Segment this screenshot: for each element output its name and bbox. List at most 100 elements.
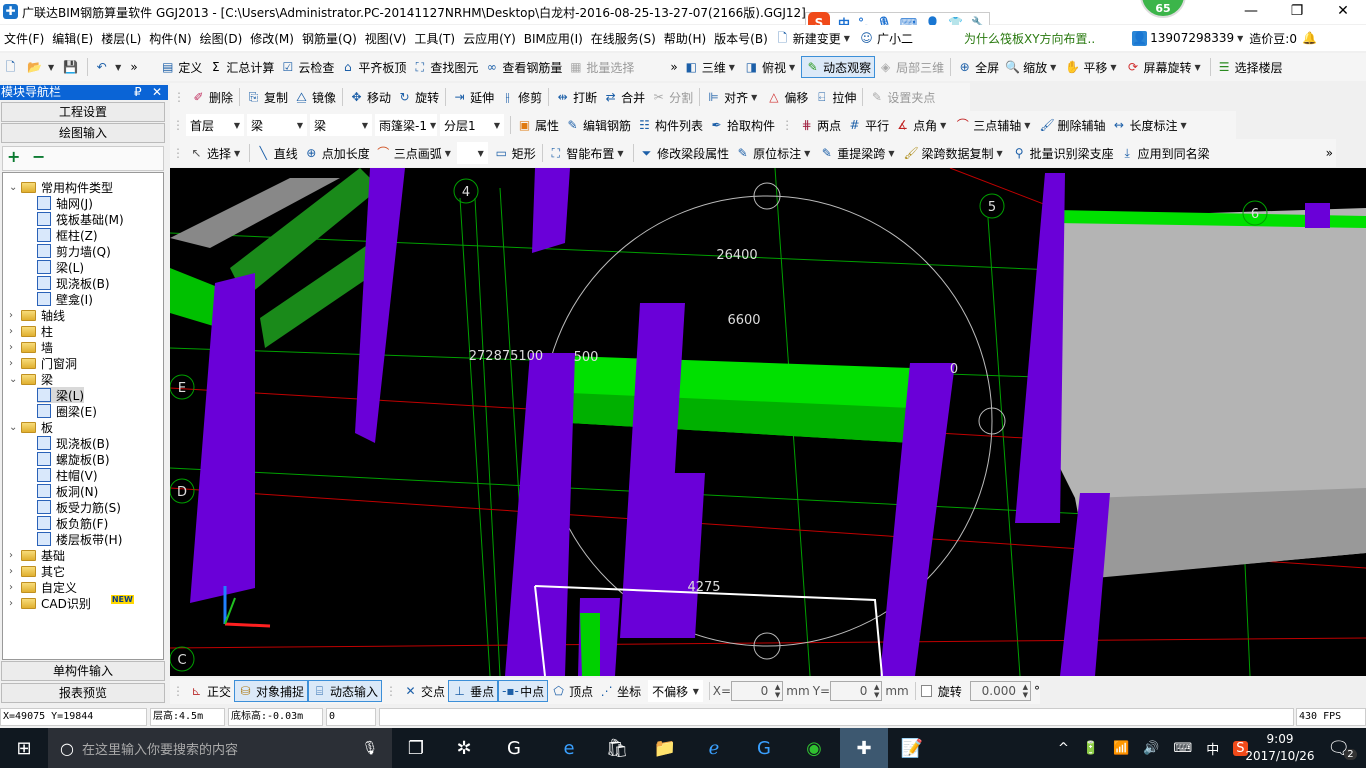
view-rebar-button[interactable]: ∞ 查看钢筋量: [481, 56, 565, 78]
y-offset-input[interactable]: 0 ▲ ▼: [830, 681, 883, 701]
trim-button[interactable]: ⫲ 修剪: [497, 86, 545, 108]
three-point-axis-button[interactable]: ⌒ 三点辅轴 ▼: [952, 114, 1036, 136]
menu-online[interactable]: 在线服务(S): [587, 30, 660, 47]
menu-modify[interactable]: 修改(M): [246, 30, 298, 47]
stretch-button[interactable]: ⍇ 拉伸: [811, 86, 859, 108]
offset-mode-select[interactable]: 不偏移 ▼: [648, 680, 703, 702]
wifi-icon[interactable]: 📶: [1113, 741, 1129, 756]
action-center-button[interactable]: 🗨 2: [1318, 728, 1366, 768]
pick-button[interactable]: ✒ 拾取构件: [706, 114, 778, 136]
chevron-right-icon[interactable]: ›: [9, 326, 21, 337]
select-button[interactable]: ↖ 选择 ▼: [186, 142, 246, 164]
menu-draw[interactable]: 绘图(D): [196, 30, 247, 47]
align-button[interactable]: ⊫ 对齐 ▼: [703, 86, 763, 108]
smart-layout-button[interactable]: ⛶ 智能布置 ▼: [545, 142, 629, 164]
menu-bim[interactable]: BIM应用(I): [520, 30, 587, 47]
account-button[interactable]: 👤 13907298339 ▼: [1129, 27, 1249, 49]
minimize-button[interactable]: —: [1228, 0, 1274, 24]
guangxiaoer-button[interactable]: ☺ 广小二: [856, 27, 916, 49]
delete-axis-button[interactable]: 🖌 删除辅轴: [1036, 114, 1108, 136]
chevron-down-icon[interactable]: ⌄: [9, 422, 21, 433]
line-button[interactable]: ╲ 直线: [253, 142, 301, 164]
parallel-button[interactable]: # 平行: [844, 114, 892, 136]
intersect-snap-button[interactable]: ✕ 交点: [400, 680, 448, 702]
align-top-button[interactable]: ⌂ 平齐板顶: [337, 56, 409, 78]
ortho-button[interactable]: ⊾ 正交: [186, 680, 234, 702]
type-select[interactable]: 梁 ▼: [247, 114, 307, 136]
tree-item[interactable]: 圈梁(E): [37, 403, 97, 419]
dynamic-input-button[interactable]: ⌸ 动态输入: [308, 680, 383, 702]
perp-snap-button[interactable]: ⊥ 垂点: [448, 680, 499, 702]
task-view-button[interactable]: ❐: [392, 728, 440, 768]
pan-button[interactable]: ✋ 平移 ▼: [1062, 56, 1122, 78]
keyboard-icon[interactable]: ⌨: [1173, 741, 1192, 756]
chevron-up-icon[interactable]: ^: [1058, 741, 1069, 756]
store-icon[interactable]: 🛍: [593, 728, 641, 768]
select-floor-button[interactable]: ☰ 选择楼层: [1214, 56, 1286, 78]
close-button[interactable]: ✕: [1320, 0, 1366, 24]
chevron-right-icon[interactable]: ›: [9, 310, 21, 321]
glodon-app-icon[interactable]: G: [740, 728, 788, 768]
model-canvas[interactable]: 4 5 6 E D C 26400 6600 4275 500 27287510…: [170, 168, 1366, 676]
menu-rebar[interactable]: 钢筋量(Q): [298, 30, 361, 47]
in-place-dim-button[interactable]: ✎ 原位标注 ▼: [732, 142, 816, 164]
file-explorer-icon[interactable]: 📁: [641, 728, 689, 768]
tree-item[interactable]: 轴网(J): [37, 195, 93, 211]
tree-item[interactable]: 板洞(N): [37, 483, 98, 499]
property-button[interactable]: ▣ 属性: [514, 114, 562, 136]
tree-item[interactable]: › 其它: [9, 563, 65, 579]
dynamic-view-button[interactable]: ✎ 动态观察: [801, 56, 876, 78]
spinner-icon[interactable]: ▲ ▼: [775, 683, 780, 699]
apply-same-button[interactable]: ⤓ 应用到同名梁: [1117, 142, 1213, 164]
move-button[interactable]: ✥ 移动: [346, 86, 394, 108]
fullscreen-button[interactable]: ⊕ 全屏: [954, 56, 1002, 78]
tree-item[interactable]: ⌄ 常用构件类型: [9, 179, 113, 195]
bell-icon[interactable]: 🔔: [1302, 31, 1317, 45]
menu-help[interactable]: 帮助(H): [660, 30, 710, 47]
arc-mode-select[interactable]: ▼: [456, 142, 488, 164]
re-span-button[interactable]: ✎ 重提梁跨 ▼: [816, 142, 900, 164]
component-list-button[interactable]: ☷ 构件列表: [634, 114, 706, 136]
green-app-icon[interactable]: ◉: [790, 728, 838, 768]
tree-item[interactable]: 板负筋(F): [37, 515, 108, 531]
restore-button[interactable]: ❐: [1274, 0, 1320, 24]
new-file-button[interactable]: 🗋: [0, 56, 24, 78]
chevron-right-icon[interactable]: ›: [9, 566, 21, 577]
two-point-button[interactable]: ⋕ 两点: [796, 114, 844, 136]
rotate-angle-input[interactable]: 0.000 ▲ ▼: [969, 681, 1031, 701]
break-button[interactable]: ⇹ 打断: [552, 86, 600, 108]
mid-snap-button[interactable]: -▪- 中点: [498, 680, 549, 702]
clock[interactable]: 9:09 2017/10/26: [1240, 731, 1320, 765]
drawing-input-button[interactable]: 绘图输入: [1, 123, 165, 143]
tree-item[interactable]: ⌄ 梁: [9, 371, 53, 387]
tree-item[interactable]: 柱帽(V): [37, 467, 98, 483]
define-button[interactable]: ▤ 定义: [157, 56, 205, 78]
menu-cloud[interactable]: 云应用(Y): [459, 30, 520, 47]
tree-item[interactable]: 筏板基础(M): [37, 211, 124, 227]
pin-button[interactable]: ₽: [134, 85, 142, 100]
overflow-button-2[interactable]: »: [667, 56, 680, 78]
tree-item[interactable]: › 基础: [9, 547, 65, 563]
tree-item[interactable]: 螺旋板(B): [37, 451, 110, 467]
copy-button[interactable]: ⎘ 复制: [243, 86, 291, 108]
new-change-button[interactable]: 🗋 新建变更 ▼: [772, 27, 856, 49]
rect-button[interactable]: ▭ 矩形: [491, 142, 539, 164]
modify-span-button[interactable]: ⏷ 修改梁段属性: [636, 142, 732, 164]
chevron-down-icon[interactable]: ⌄: [9, 182, 21, 193]
rotate-button[interactable]: ↻ 旋转: [394, 86, 442, 108]
collapse-all-button[interactable]: −: [32, 147, 45, 166]
taskbar-app-swirl[interactable]: G: [490, 728, 538, 768]
undo-button[interactable]: ↶ ▼: [91, 56, 127, 78]
menu-file[interactable]: 文件(F): [0, 30, 48, 47]
menu-edit[interactable]: 编辑(E): [48, 30, 97, 47]
tree-item[interactable]: ⌄ 板: [9, 419, 53, 435]
tree-item[interactable]: 现浇板(B): [37, 435, 110, 451]
zoom-button[interactable]: 🔍 缩放 ▼: [1002, 56, 1062, 78]
cloud-check-button[interactable]: ☑ 云检查: [277, 56, 337, 78]
single-input-button[interactable]: 单构件输入: [1, 661, 165, 681]
tree-item[interactable]: › CAD识别 NEW: [9, 594, 134, 611]
extend-button[interactable]: ⇥ 延伸: [449, 86, 497, 108]
mirror-button[interactable]: ⧋ 镜像: [291, 86, 339, 108]
ime-indicator[interactable]: 中: [1206, 739, 1219, 758]
start-button[interactable]: ⊞: [0, 728, 48, 768]
